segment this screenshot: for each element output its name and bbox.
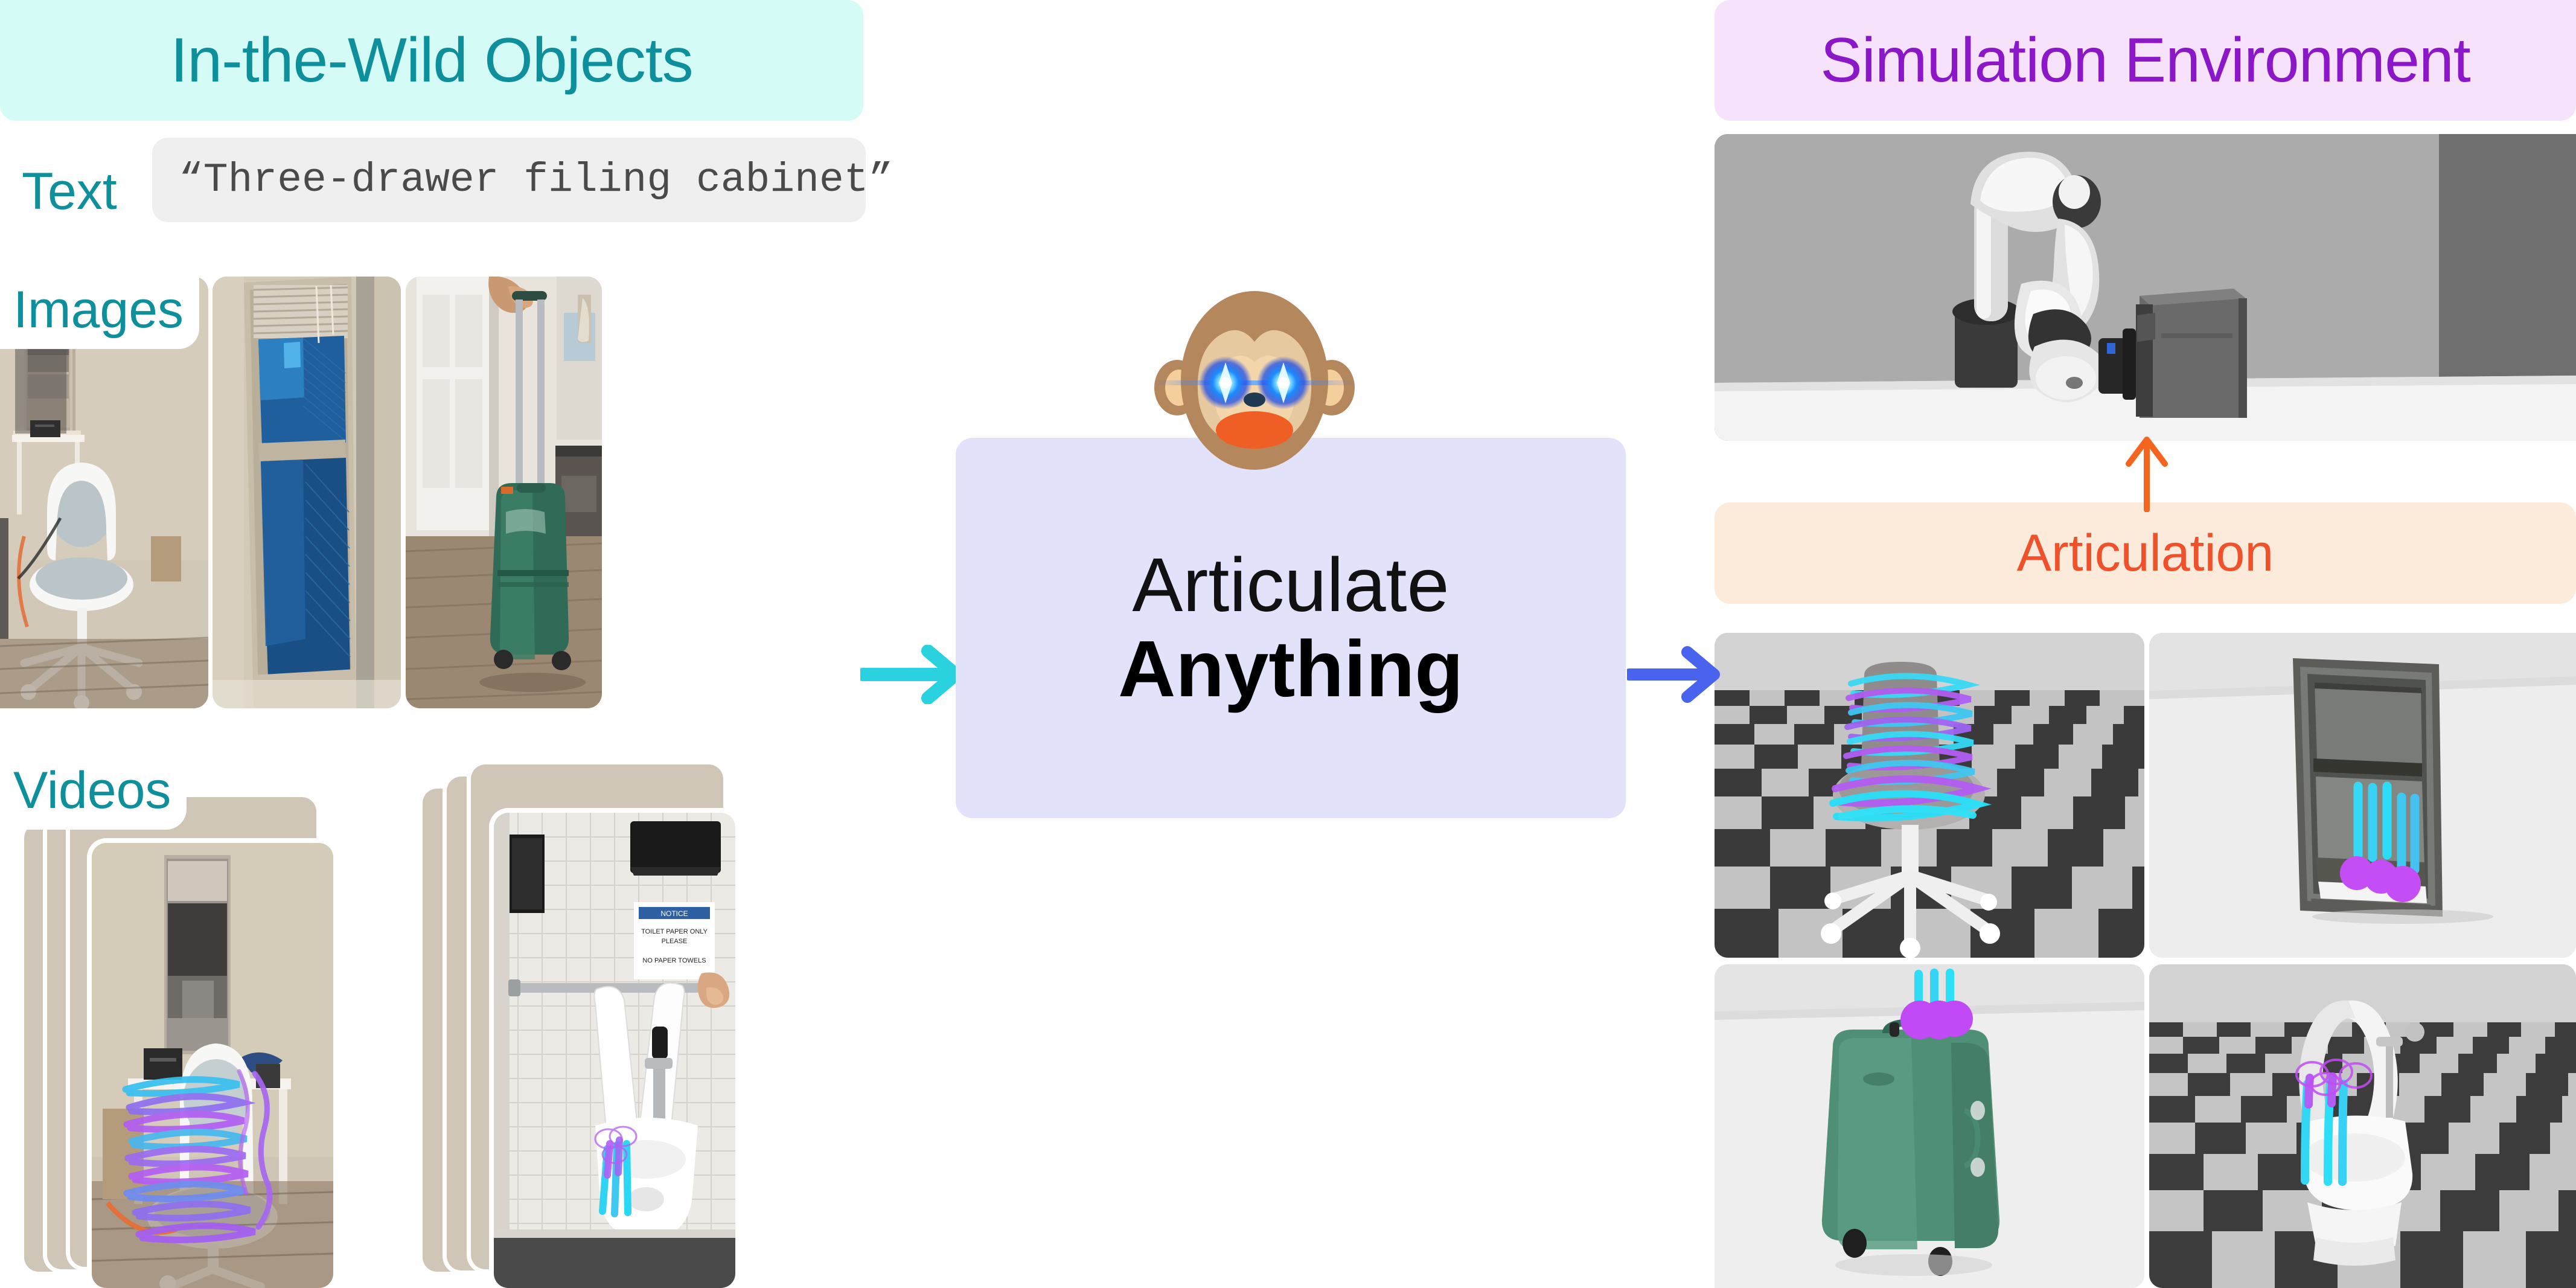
videos-badge: Videos [0,751,187,830]
model-title-line2: Anything [1118,624,1463,713]
in-the-wild-objects-title: In-the-Wild Objects [170,25,693,95]
model-title-line1: Articulate [1132,542,1449,627]
robot-arm-drawer-render [1715,134,2576,441]
video-restroom-toilet: NOTICE TOILET PAPER ONLY PLEASE NO PAPER… [494,813,735,1288]
simulation-environment-title: Simulation Environment [1820,25,2470,95]
sim-result-toilet[interactable] [2149,964,2576,1288]
videos-label: Videos [13,761,171,819]
sim-result-window[interactable] [2149,633,2576,958]
arrow-model-to-sim-icon [1627,646,1720,703]
sim-robot-scene[interactable] [1715,134,2576,441]
photo-window-blinds [213,277,401,708]
sim-result-chair[interactable] [1715,633,2144,958]
images-label: Images [13,281,184,339]
articulate-anything-box: Articulate Anything [956,438,1626,818]
svg-text:NOTICE: NOTICE [660,909,688,918]
articulation-label: Articulation [2016,524,2274,582]
arrow-articulation-up-icon [2126,437,2168,512]
text-prompt-value: “Three-drawer filing cabinet” [179,156,893,203]
text-prompt-box[interactable]: “Three-drawer filing cabinet” [152,138,893,222]
simulation-environment-header: Simulation Environment [1715,0,2576,121]
sim-toilet-render [2149,964,2576,1288]
arrow-input-to-model-icon [860,645,962,704]
sim-chair-render [1715,633,2144,958]
articulation-banner: Articulation [1715,502,2576,604]
svg-text:PLEASE: PLEASE [662,938,688,945]
svg-text:TOILET PAPER ONLY: TOILET PAPER ONLY [641,928,708,935]
video-card-toilet[interactable]: NOTICE TOILET PAPER ONLY PLEASE NO PAPER… [494,813,735,1288]
video-office-chair [92,843,333,1288]
video-card-chair[interactable] [92,843,333,1288]
text-label: Text [22,162,117,220]
images-badge: Images [0,271,200,349]
in-the-wild-objects-header: In-the-Wild Objects [0,0,863,121]
sim-window-render [2149,633,2576,958]
monkey-laser-eyes-icon [1152,291,1357,470]
svg-text:NO PAPER TOWELS: NO PAPER TOWELS [642,957,706,964]
photo-green-suitcase [406,277,602,708]
sim-suitcase-render [1715,964,2144,1288]
image-card-window[interactable] [213,277,401,708]
sim-result-suitcase[interactable] [1715,964,2144,1288]
image-card-suitcase[interactable] [406,277,602,708]
